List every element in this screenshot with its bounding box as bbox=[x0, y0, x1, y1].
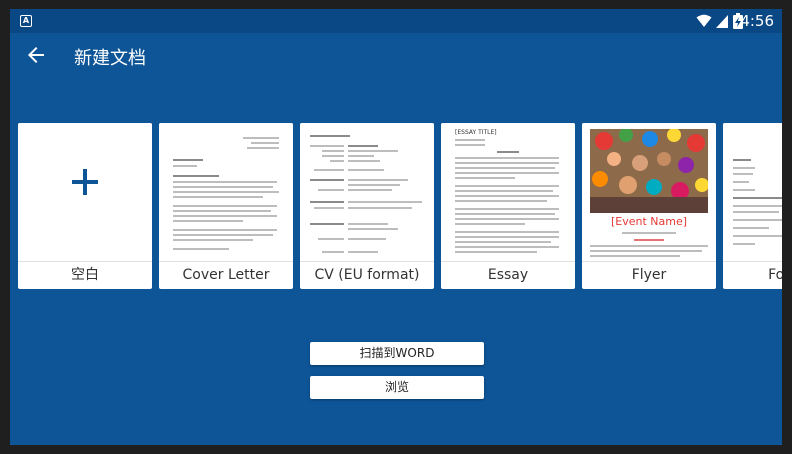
status-clock: 4:56 bbox=[740, 12, 774, 30]
template-label: CV (EU format) bbox=[300, 261, 434, 289]
app-notification-icon: A bbox=[20, 15, 32, 27]
app-toolbar: 新建文档 bbox=[10, 33, 782, 77]
page-title: 新建文档 bbox=[74, 48, 146, 69]
plus-icon bbox=[72, 169, 98, 195]
template-label: Forma bbox=[723, 261, 782, 289]
template-label: Essay bbox=[441, 261, 575, 289]
template-thumbnail: [Event Name] bbox=[582, 123, 716, 261]
template-thumbnail bbox=[723, 123, 782, 261]
template-label: Cover Letter bbox=[159, 261, 293, 289]
back-arrow-icon[interactable] bbox=[24, 43, 48, 67]
template-flyer[interactable]: [Event Name] Flyer bbox=[582, 123, 716, 289]
template-thumbnail bbox=[18, 123, 152, 261]
template-blank[interactable]: 空白 bbox=[18, 123, 152, 289]
flyer-event-name: [Event Name] bbox=[610, 215, 688, 228]
template-thumbnail bbox=[159, 123, 293, 261]
template-formal[interactable]: Forma bbox=[723, 123, 782, 289]
flyer-photo bbox=[590, 129, 708, 213]
app-screen: A 4:56 新建文档 空白 Cover Letter CV (EU forma… bbox=[10, 9, 782, 445]
template-cv-eu[interactable]: CV (EU format) bbox=[300, 123, 434, 289]
scan-to-word-button[interactable]: 扫描到WORD bbox=[310, 342, 484, 365]
template-label: Flyer bbox=[582, 261, 716, 289]
wifi-icon bbox=[696, 14, 712, 27]
template-gallery: 空白 Cover Letter CV (EU format) [ESSAY TI… bbox=[18, 123, 782, 289]
template-label: 空白 bbox=[18, 261, 152, 289]
template-cover-letter[interactable]: Cover Letter bbox=[159, 123, 293, 289]
template-thumbnail: [ESSAY TITLE] bbox=[441, 123, 575, 261]
browse-button[interactable]: 浏览 bbox=[310, 376, 484, 399]
essay-header-text: [ESSAY TITLE] bbox=[455, 129, 497, 136]
signal-icon bbox=[716, 15, 728, 28]
template-thumbnail bbox=[300, 123, 434, 261]
template-essay[interactable]: [ESSAY TITLE] Essay bbox=[441, 123, 575, 289]
status-bar: A 4:56 bbox=[10, 9, 782, 33]
